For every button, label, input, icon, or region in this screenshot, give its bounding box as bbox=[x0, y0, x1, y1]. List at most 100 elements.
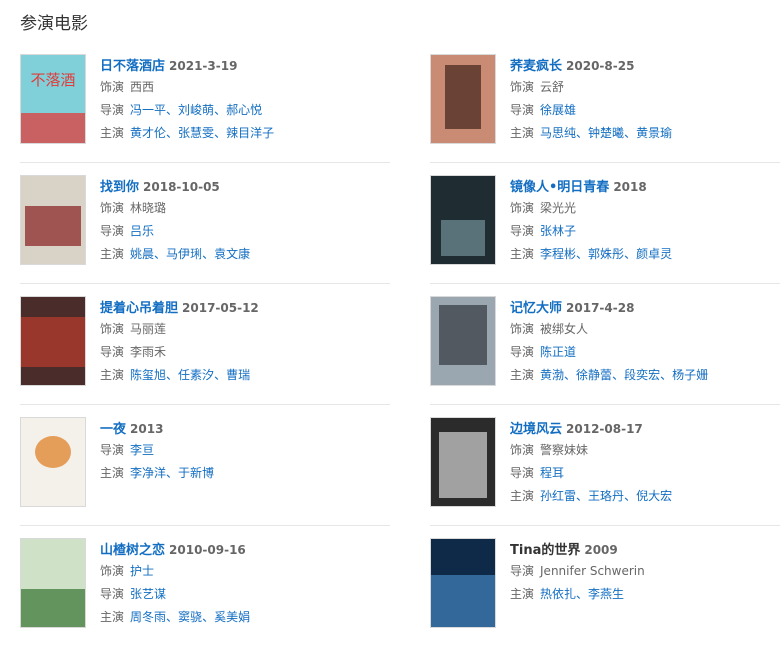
film-title-line: 山楂树之恋 2010-09-16 bbox=[100, 538, 370, 560]
person-link[interactable]: 窦骁 bbox=[178, 610, 202, 624]
person-link[interactable]: 段奕宏 bbox=[624, 368, 660, 382]
poster-art bbox=[21, 539, 85, 627]
film-title-link[interactable]: Tina的世界 bbox=[510, 543, 580, 558]
credit-row: 导演 冯一平、刘峻萌、郝心悦 bbox=[100, 99, 370, 122]
credit-label: 饰演 bbox=[100, 201, 125, 215]
film-title-link[interactable]: 日不落酒店 bbox=[100, 59, 165, 74]
name-separator: 、 bbox=[214, 103, 227, 117]
person-link[interactable]: 颜卓灵 bbox=[636, 247, 672, 261]
film-poster[interactable] bbox=[20, 175, 86, 265]
person-link[interactable]: 周冬雨 bbox=[130, 610, 166, 624]
person-link[interactable]: 钟楚曦 bbox=[588, 126, 624, 140]
person-link[interactable]: 郭姝彤 bbox=[588, 247, 624, 261]
person-link[interactable]: 李亘 bbox=[130, 443, 154, 457]
film-info: 记忆大师 2017-4-28 饰演 被绑女人 导演 陈正道 主演 黄渤、徐静蕾、段奕宏、杨子姗 bbox=[510, 296, 780, 387]
person-link[interactable]: 马思纯 bbox=[540, 126, 576, 140]
poster-art bbox=[431, 176, 495, 264]
person-link[interactable]: 杨子姗 bbox=[672, 368, 708, 382]
name-separator: 、 bbox=[214, 126, 227, 140]
credit-value: 云舒 bbox=[540, 80, 565, 94]
film-poster[interactable] bbox=[430, 175, 496, 265]
film-info: 找到你 2018-10-05 饰演 林晓璐 导演 吕乐 主演 姚晨、马伊琍、袁文康 bbox=[100, 175, 370, 266]
person-link[interactable]: 王珞丹 bbox=[588, 489, 624, 503]
person-link[interactable]: 倪大宏 bbox=[636, 489, 672, 503]
credit-label: 饰演 bbox=[510, 322, 535, 336]
film-poster[interactable] bbox=[20, 538, 86, 628]
credit-row: 导演 程耳 bbox=[510, 462, 780, 485]
person-link[interactable]: 刘峻萌 bbox=[178, 103, 214, 117]
credit-row: 主演 孙红雷、王珞丹、倪大宏 bbox=[510, 485, 780, 508]
person-link[interactable]: 程耳 bbox=[540, 466, 564, 480]
person-link[interactable]: 冯一平 bbox=[130, 103, 166, 117]
film-card: 找到你 2018-10-05 饰演 林晓璐 导演 吕乐 主演 姚晨、马伊琍、袁文康 bbox=[20, 175, 380, 285]
person-link[interactable]: 于新博 bbox=[178, 466, 214, 480]
credit-row: 主演 周冬雨、窦骁、奚美娟 bbox=[100, 606, 370, 629]
person-link[interactable]: 张慧雯 bbox=[178, 126, 214, 140]
person-link[interactable]: 马伊琍 bbox=[166, 247, 202, 261]
person-link[interactable]: 黄渤 bbox=[540, 368, 564, 382]
poster-art bbox=[431, 297, 495, 385]
film-poster[interactable]: 不落酒 bbox=[20, 54, 86, 144]
credit-label: 主演 bbox=[100, 247, 125, 261]
person-link[interactable]: 热依扎 bbox=[540, 587, 576, 601]
person-link[interactable]: 李净洋 bbox=[130, 466, 166, 480]
film-title-link[interactable]: 边境风云 bbox=[510, 422, 562, 437]
person-link[interactable]: 姚晨 bbox=[130, 247, 154, 261]
film-card: 边境风云 2012-08-17 饰演 警察妹妹 导演 程耳 主演 孙红雷、王珞丹、倪大宏 bbox=[430, 417, 780, 527]
name-separator: 、 bbox=[202, 610, 215, 624]
name-separator: 、 bbox=[660, 368, 673, 382]
credit-row: 导演 吕乐 bbox=[100, 220, 370, 243]
person-link[interactable]: 陈正道 bbox=[540, 345, 576, 359]
credit-row: 导演 李雨禾 bbox=[100, 341, 370, 364]
credit-label: 饰演 bbox=[510, 443, 535, 457]
credit-row: 导演 张艺谋 bbox=[100, 583, 370, 606]
person-link[interactable]: 徐展雄 bbox=[540, 103, 576, 117]
credit-value: 林晓璐 bbox=[130, 201, 167, 215]
film-poster[interactable] bbox=[20, 417, 86, 507]
film-card: 山楂树之恋 2010-09-16 饰演 护士 导演 张艺谋 主演 周冬雨、窦骁、奚美娟 bbox=[20, 538, 380, 648]
film-title-link[interactable]: 山楂树之恋 bbox=[100, 543, 165, 558]
name-separator: 、 bbox=[202, 247, 215, 261]
film-date: 2020-8-25 bbox=[566, 59, 635, 73]
film-poster[interactable] bbox=[430, 54, 496, 144]
film-poster[interactable] bbox=[430, 538, 496, 628]
film-card: 记忆大师 2017-4-28 饰演 被绑女人 导演 陈正道 主演 黄渤、徐静蕾、段奕宏、杨子姗 bbox=[430, 296, 780, 406]
person-link[interactable]: 郝心悦 bbox=[226, 103, 262, 117]
film-poster[interactable] bbox=[20, 296, 86, 386]
person-link[interactable]: 李程彬 bbox=[540, 247, 576, 261]
credit-label: 饰演 bbox=[100, 564, 125, 578]
credit-value: 梁光光 bbox=[540, 201, 577, 215]
row-divider bbox=[430, 162, 780, 163]
film-title-link[interactable]: 一夜 bbox=[100, 422, 126, 437]
poster-art bbox=[431, 55, 495, 143]
person-link[interactable]: 黄景瑜 bbox=[636, 126, 672, 140]
person-link[interactable]: 陈玺旭 bbox=[130, 368, 166, 382]
person-link[interactable]: 曹瑞 bbox=[226, 368, 250, 382]
poster-art bbox=[431, 418, 495, 506]
person-link[interactable]: 张艺谋 bbox=[130, 587, 166, 601]
person-link[interactable]: 护士 bbox=[130, 564, 154, 578]
film-info: 日不落酒店 2021-3-19 饰演 西西 导演 冯一平、刘峻萌、郝心悦 主演 黄才伦、张慧雯… bbox=[100, 54, 370, 145]
person-link[interactable]: 奚美娟 bbox=[214, 610, 250, 624]
person-link[interactable]: 任素汐 bbox=[178, 368, 214, 382]
film-date: 2017-05-12 bbox=[182, 301, 259, 315]
credit-row: 导演 陈正道 bbox=[510, 341, 780, 364]
person-link[interactable]: 袁文康 bbox=[214, 247, 250, 261]
film-title-link[interactable]: 记忆大师 bbox=[510, 301, 562, 316]
film-title-link[interactable]: 荞麦疯长 bbox=[510, 59, 562, 74]
person-link[interactable]: 孙红雷 bbox=[540, 489, 576, 503]
person-link[interactable]: 张林子 bbox=[540, 224, 576, 238]
film-poster[interactable] bbox=[430, 296, 496, 386]
film-info: Tina的世界 2009 导演 Jennifer Schwerin 主演 热依扎、李燕生 bbox=[510, 538, 780, 606]
person-link[interactable]: 徐静蕾 bbox=[576, 368, 612, 382]
person-link[interactable]: 辣目洋子 bbox=[226, 126, 274, 140]
film-title-link[interactable]: 镜像人•明日青春 bbox=[510, 180, 609, 195]
film-title-link[interactable]: 找到你 bbox=[100, 180, 139, 195]
film-card: 一夜 2013 导演 李亘 主演 李净洋、于新博 bbox=[20, 417, 380, 527]
person-link[interactable]: 李燕生 bbox=[588, 587, 624, 601]
film-poster[interactable] bbox=[430, 417, 496, 507]
film-title-link[interactable]: 提着心吊着胆 bbox=[100, 301, 178, 316]
person-link[interactable]: 黄才伦 bbox=[130, 126, 166, 140]
credit-label: 导演 bbox=[100, 345, 125, 359]
person-link[interactable]: 吕乐 bbox=[130, 224, 154, 238]
